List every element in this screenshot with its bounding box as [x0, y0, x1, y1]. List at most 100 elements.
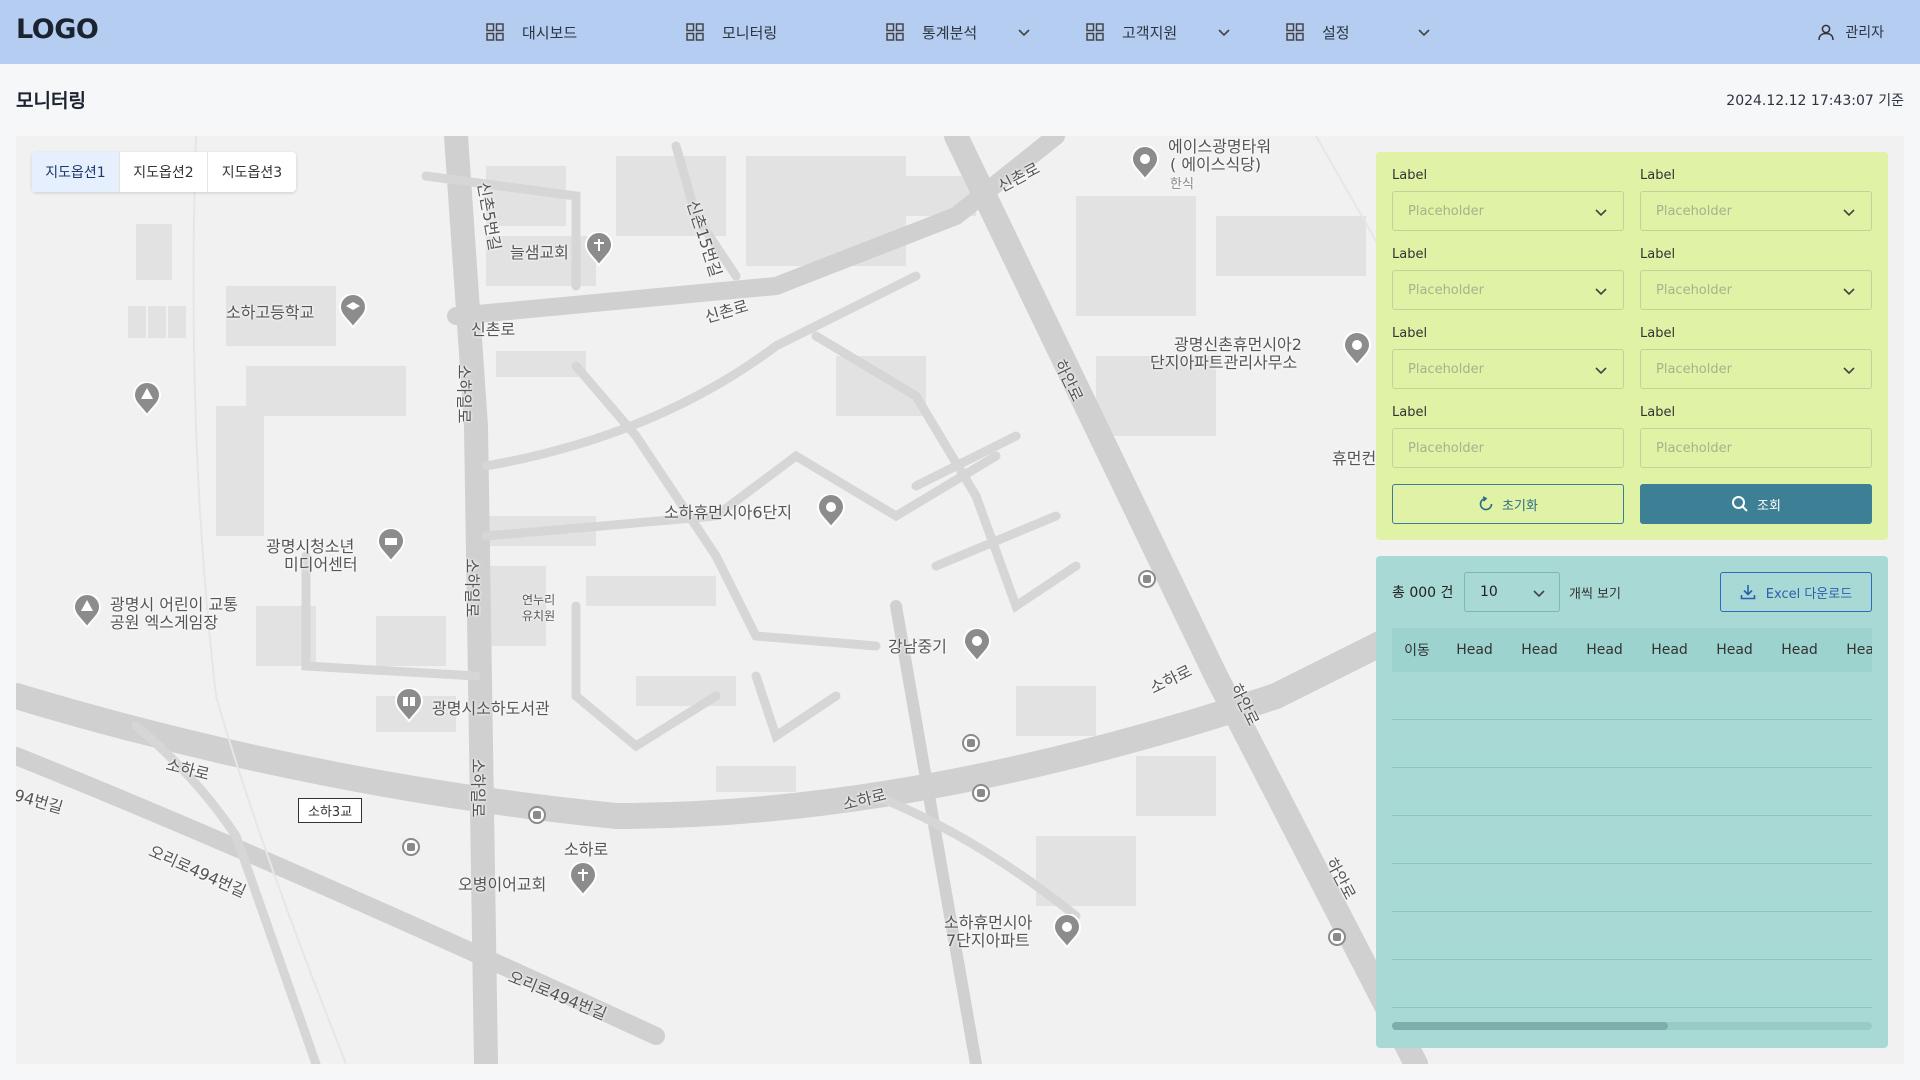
bus-stop-icon[interactable]: [1328, 928, 1346, 946]
nav-item-label: 통계분석: [922, 23, 978, 42]
bus-stop-icon[interactable]: [402, 838, 420, 856]
place-label: 광명시소하도서관: [432, 699, 550, 718]
reset-button[interactable]: 초기화: [1392, 484, 1624, 524]
table-row[interactable]: [1392, 768, 1872, 816]
road-label: 신촌로: [471, 320, 516, 339]
road-label: 소하일로: [468, 758, 488, 818]
select-placeholder: Placeholder: [1656, 203, 1732, 219]
nav-item-label: 설정: [1322, 23, 1350, 42]
grid-icon: [686, 23, 704, 41]
select-placeholder: Placeholder: [1656, 282, 1732, 298]
place-pin-icon[interactable]: [1342, 332, 1372, 366]
library-pin-icon[interactable]: [394, 688, 424, 722]
place-label: 광명시청소년: [266, 537, 355, 556]
column-header[interactable]: Head: [1767, 642, 1832, 658]
refresh-icon: [1479, 496, 1493, 511]
nav-item-statistics[interactable]: 통계분석: [886, 0, 1034, 64]
excel-download-button[interactable]: Excel 다운로드: [1720, 572, 1872, 612]
page-size-text: 개씩 보기: [1569, 587, 1621, 602]
user-menu[interactable]: 관리자: [1817, 0, 1884, 64]
filter-text-input-1[interactable]: Placeholder: [1392, 428, 1624, 468]
chevron-down-icon: [1595, 288, 1607, 296]
search-button[interactable]: 조회: [1640, 484, 1872, 524]
filter-text-input-2[interactable]: Placeholder: [1640, 428, 1872, 468]
field-label: Label: [1392, 247, 1428, 262]
church-pin-icon[interactable]: [584, 232, 614, 266]
filter-select-1[interactable]: Placeholder: [1392, 191, 1624, 231]
nav-item-dashboard[interactable]: 대시보드: [486, 0, 577, 64]
column-header[interactable]: Head: [1637, 642, 1702, 658]
table-header: 이동 Head Head Head Head Head Head Head: [1392, 628, 1872, 672]
grid-icon: [1286, 23, 1304, 41]
place-label: 공원 엑스게임장: [110, 613, 219, 632]
top-nav: LOGO 대시보드 모니터링 통계분석 고객지원 설정 관리자: [0, 0, 1920, 64]
table-row[interactable]: [1392, 960, 1872, 1008]
table-row[interactable]: [1392, 720, 1872, 768]
place-label: 에이스광명타워: [1168, 137, 1272, 156]
column-header[interactable]: Head: [1702, 642, 1767, 658]
page-size-select[interactable]: 10: [1464, 572, 1560, 612]
place-pin-icon[interactable]: [962, 628, 992, 662]
filter-select-5[interactable]: Placeholder: [1392, 349, 1624, 389]
school-pin-icon[interactable]: [338, 294, 368, 328]
select-placeholder: Placeholder: [1408, 203, 1484, 219]
filter-select-3[interactable]: Placeholder: [1392, 270, 1624, 310]
church-pin-icon[interactable]: [568, 862, 598, 896]
nav-item-settings[interactable]: 설정: [1286, 0, 1434, 64]
map-option-tab-2[interactable]: 지도옵션2: [120, 152, 208, 192]
bridge-label: 소하3교: [298, 798, 363, 823]
field-label: Label: [1640, 168, 1676, 183]
filter-select-4[interactable]: Placeholder: [1640, 270, 1872, 310]
chevron-down-icon: [1843, 209, 1855, 217]
place-pin-icon[interactable]: [1052, 914, 1082, 948]
culture-pin-icon[interactable]: [376, 528, 406, 562]
column-header-move[interactable]: 이동: [1392, 640, 1442, 660]
filter-select-2[interactable]: Placeholder: [1640, 191, 1872, 231]
page-title: 모니터링: [16, 90, 86, 112]
select-placeholder: Placeholder: [1656, 361, 1732, 377]
place-label: 광명신촌휴먼시아2: [1174, 335, 1302, 354]
place-pin-icon[interactable]: [816, 494, 846, 528]
table-row[interactable]: [1392, 816, 1872, 864]
table-row[interactable]: [1392, 864, 1872, 912]
restaurant-pin-icon[interactable]: [1130, 146, 1160, 180]
bus-stop-icon[interactable]: [962, 734, 980, 752]
grid-icon: [886, 23, 904, 41]
column-header[interactable]: Head: [1507, 642, 1572, 658]
search-label: 조회: [1757, 498, 1781, 514]
place-label: 오병이어교회: [458, 875, 547, 894]
scrollbar-thumb[interactable]: [1392, 1022, 1668, 1030]
park-pin-icon[interactable]: [72, 594, 102, 628]
table-row[interactable]: [1392, 672, 1872, 720]
map-option-tab-3[interactable]: 지도옵션3: [208, 152, 296, 192]
map-option-tab-1[interactable]: 지도옵션1: [32, 152, 120, 192]
place-label: 연누리: [522, 593, 556, 607]
nav-item-monitoring[interactable]: 모니터링: [686, 0, 777, 64]
table-row[interactable]: [1392, 912, 1872, 960]
filter-select-6[interactable]: Placeholder: [1640, 349, 1872, 389]
chevron-down-icon: [1843, 288, 1855, 296]
field-label: Label: [1392, 405, 1428, 420]
bus-stop-icon[interactable]: [972, 784, 990, 802]
column-header[interactable]: Head: [1832, 642, 1872, 658]
select-placeholder: Placeholder: [1408, 282, 1484, 298]
nav-item-label: 대시보드: [522, 23, 578, 42]
reset-label: 초기화: [1502, 498, 1538, 514]
chevron-down-icon: [1595, 367, 1607, 375]
column-header[interactable]: Head: [1572, 642, 1637, 658]
grid-icon: [1086, 23, 1104, 41]
place-label: 유치원: [522, 609, 556, 623]
place-label: 휴먼컨: [1332, 449, 1377, 468]
bus-stop-icon[interactable]: [528, 806, 546, 824]
field-label: Label: [1640, 326, 1676, 341]
page-size-value: 10: [1480, 584, 1498, 600]
place-label: 강남중기: [888, 637, 947, 656]
bus-stop-icon[interactable]: [1138, 570, 1156, 588]
column-header[interactable]: Head: [1442, 642, 1507, 658]
park-pin-icon[interactable]: [132, 382, 162, 416]
horizontal-scrollbar[interactable]: [1392, 1022, 1872, 1030]
road-label: 소하일로: [462, 558, 482, 618]
logo[interactable]: LOGO: [16, 14, 99, 45]
nav-item-support[interactable]: 고객지원: [1086, 0, 1234, 64]
filter-panel: Label Placeholder Label Placeholder Labe…: [1376, 152, 1888, 540]
